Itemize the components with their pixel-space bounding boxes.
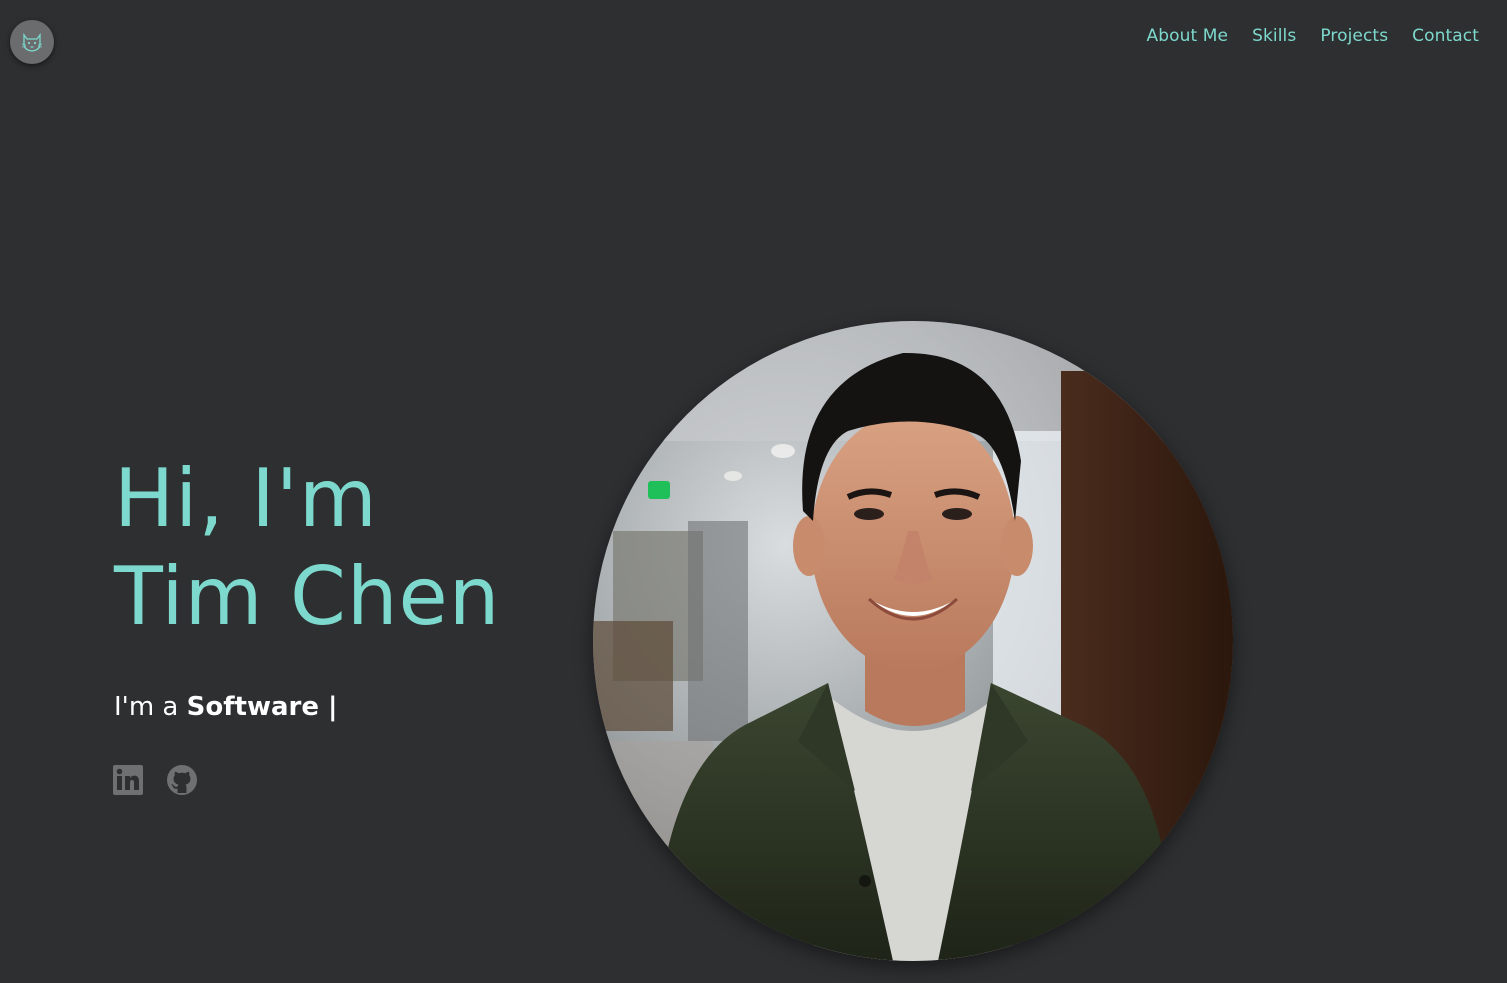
tagline-role: Software xyxy=(186,692,319,722)
github-link[interactable] xyxy=(166,764,198,796)
linkedin-icon xyxy=(113,765,143,795)
hero-title: Hi, I'm Tim Chen xyxy=(114,450,500,646)
github-icon xyxy=(167,765,197,795)
nav-contact[interactable]: Contact xyxy=(1412,26,1479,46)
page: About Me Skills Projects Contact Hi, I'm… xyxy=(0,0,1507,983)
typing-cursor: | xyxy=(318,692,338,722)
nav-about-me[interactable]: About Me xyxy=(1146,26,1228,46)
social-links xyxy=(112,764,198,796)
linkedin-link[interactable] xyxy=(112,764,144,796)
profile-photo xyxy=(593,321,1233,961)
cat-face-icon xyxy=(21,33,43,52)
main-nav: About Me Skills Projects Contact xyxy=(1146,26,1479,46)
home-logo-button[interactable] xyxy=(10,20,54,64)
hero-name: Tim Chen xyxy=(114,550,501,643)
hero-greeting: Hi, I'm xyxy=(114,452,378,545)
nav-skills[interactable]: Skills xyxy=(1252,26,1296,46)
nav-projects[interactable]: Projects xyxy=(1320,26,1388,46)
hero-tagline: I'm a Software | xyxy=(114,692,338,722)
tagline-prefix: I'm a xyxy=(114,692,187,722)
